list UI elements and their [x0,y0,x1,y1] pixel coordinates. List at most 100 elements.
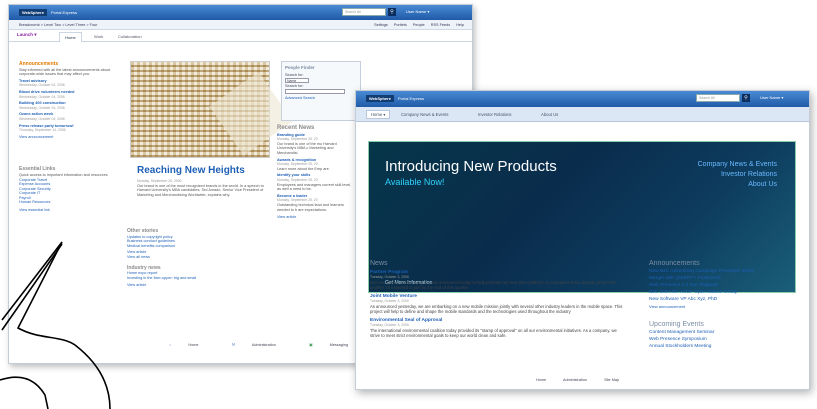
event-link[interactable]: Web Presence Symposium [649,336,799,343]
user-menu[interactable]: User Name ▾ [406,9,429,14]
footer-home[interactable]: ⌂ Home [169,343,215,347]
news-body: As announced yesterday, we are embarking… [370,304,623,314]
websphere-logo: WebSphere [366,95,394,102]
essential-links-heading: Essential Links [19,166,56,173]
hero-title: Introducing New Products [385,158,557,175]
news-body: Learn more about the Emp are. [277,166,330,171]
stories-column: Other stories Updates to copyright polic… [127,223,267,288]
link-people[interactable]: People [413,23,425,27]
story-link[interactable]: Medical benefits comparison [127,244,267,249]
announcements-heading: Announcements [19,61,59,67]
hero-link-about-us[interactable]: About Us [698,180,777,190]
search-button[interactable]: ⚲ [388,8,396,16]
hero-link-investor-relations[interactable]: Investor Relations [698,170,777,180]
hero-links: Company News & Events Investor Relations… [698,160,777,190]
left-column: Announcements Stay informed with all the… [19,62,124,213]
websphere-logo: WebSphere [19,9,47,16]
news-body: Our brand is one of the mo Harvard Unive… [277,141,337,155]
portal-title: Portal Express [51,10,78,15]
tab-home[interactable]: Home [59,32,82,42]
portal-title: Portal Express [398,96,425,101]
footer-links: Home Administration Site Map [536,378,635,382]
top-bar: WebSphere Portal Express Search All ⚲ Us… [9,5,472,20]
search-icon: ⚲ [744,95,748,101]
link-rss-feeds[interactable]: RSS Feeds [431,23,450,27]
footer-administration[interactable]: ⚒ Administration [232,343,292,347]
news-body: Employees and managers current skill lev… [277,182,352,192]
recent-news: Recent News Branding guide Monday, Septe… [277,125,352,220]
building-photo [130,61,270,158]
footer-messaging-label: Messaging [329,343,348,347]
nav-investor-relations[interactable]: Investor Relations [478,112,512,117]
industry-news-heading: Industry news [127,264,161,271]
view-announcement-link[interactable]: View announcement [19,135,124,140]
tab-bar: Launch ▾ Home Work Collaboration [9,30,472,42]
nav-about-us[interactable]: About Us [541,112,558,117]
portal-screen-public: WebSphere Portal Express Search All ⚲ Us… [355,90,810,390]
breadcrumb-bar: Breadcrumb > Level Two > Level Three > F… [9,20,472,30]
wrench-icon: ⚒ [231,343,235,347]
people-search-input[interactable] [285,89,345,94]
news-body: Our new global partner program was annou… [370,280,616,290]
advanced-search-link[interactable]: Advanced Search [285,96,357,100]
search-for-label: Search for: [285,84,304,88]
news-body: The international environmental coalitio… [370,328,617,338]
link-portlets[interactable]: Portlets [394,23,407,27]
feature-block: Monday, September 25, 2006 Our brand is … [137,179,277,197]
announcements-section: Announcements New B2C Advertising Campai… [649,260,799,350]
launch-menu[interactable]: Launch ▾ [17,32,37,38]
messaging-icon: ▣ [308,343,313,347]
announcement-link[interactable]: Merger with QWERTY Postponed [649,275,799,282]
view-announcement-link[interactable]: View announcement [649,303,799,310]
announcement-link[interactable]: New Software VP Abc Xyz, PhD [649,296,799,303]
home-icon: ⌂ [169,343,172,347]
announcement-date: Wednesday, October 04, 2006 [19,105,65,110]
footer-site-map[interactable]: Site Map [604,378,619,382]
people-finder: People Finder Search for: Name Search fo… [281,61,361,121]
announcement-link[interactable]: Web Presence 2.4 has Shipped! [649,282,799,289]
link-help[interactable]: Help [456,23,464,27]
view-article-link[interactable]: View article [127,283,267,288]
link-settings[interactable]: Settings [374,23,388,27]
announcements-intro: Stay informed with all the latest announ… [19,67,111,77]
tab-collaboration[interactable]: Collaboration [113,32,147,41]
other-stories-heading: Other stories [127,228,159,234]
announcement-date: Wednesday, October 04, 2006 [19,83,65,88]
user-menu[interactable]: User Name ▾ [760,95,783,100]
hero-link-company-news[interactable]: Company News & Events [698,160,777,170]
nav-company-news[interactable]: Company News & Events [401,112,448,117]
announcement-date: Wednesday, October 04, 2006 [19,94,65,99]
search-for-label: Search for: [285,73,304,77]
announcement-date: Thursday, September 14, 2006 [19,128,66,133]
feature-body: Our brand is one of the most recognized … [137,183,264,197]
news-section: News Partner Program Tuesday, October 3,… [370,260,625,338]
footer-administration-label: Administration [251,343,276,347]
event-link[interactable]: Annual Stockholders Meeting [649,343,799,350]
footer-home-label: Home [188,343,199,347]
news-body: Outstanding technical lead and learners … [277,202,344,212]
view-article-link[interactable]: View article [277,215,352,220]
main-nav: Home ▾ Company News & Events Investor Re… [356,107,809,122]
view-all-news-link[interactable]: View all news [127,255,267,260]
search-icon: ⚲ [390,9,394,15]
search-input[interactable]: Search All [696,94,740,102]
search-input[interactable]: Search All [342,8,386,16]
footer-administration[interactable]: Administration [563,378,587,382]
events-heading: Upcoming Events [649,321,704,328]
nav-home[interactable]: Home ▾ [366,110,391,119]
feature-title[interactable]: Reaching New Heights [137,165,245,176]
industry-link[interactable]: Investing in the fixer-upper: big and sm… [127,276,267,281]
tab-work[interactable]: Work [89,32,108,41]
announcements-heading: Announcements [649,260,700,267]
announcement-date: Wednesday, October 04, 2006 [19,116,65,121]
top-bar: WebSphere Portal Express Search All ⚲ Us… [356,91,809,107]
announcement-link[interactable]: New B2C Advertising Campaign Premieres 1… [649,268,799,275]
essential-link[interactable]: Human Resources [19,200,124,205]
search-type-select[interactable]: Name [285,78,309,83]
view-essential-link[interactable]: View essential link [19,208,124,213]
announcement-link[interactable]: B2C Joins the ASOF Open Source Group [649,289,799,296]
footer-home[interactable]: Home [536,378,546,382]
event-link[interactable]: Content Management Seminar [649,329,799,336]
search-button[interactable]: ⚲ [742,94,750,102]
breadcrumb[interactable]: Breadcrumb > Level Two > Level Three > F… [19,23,97,27]
